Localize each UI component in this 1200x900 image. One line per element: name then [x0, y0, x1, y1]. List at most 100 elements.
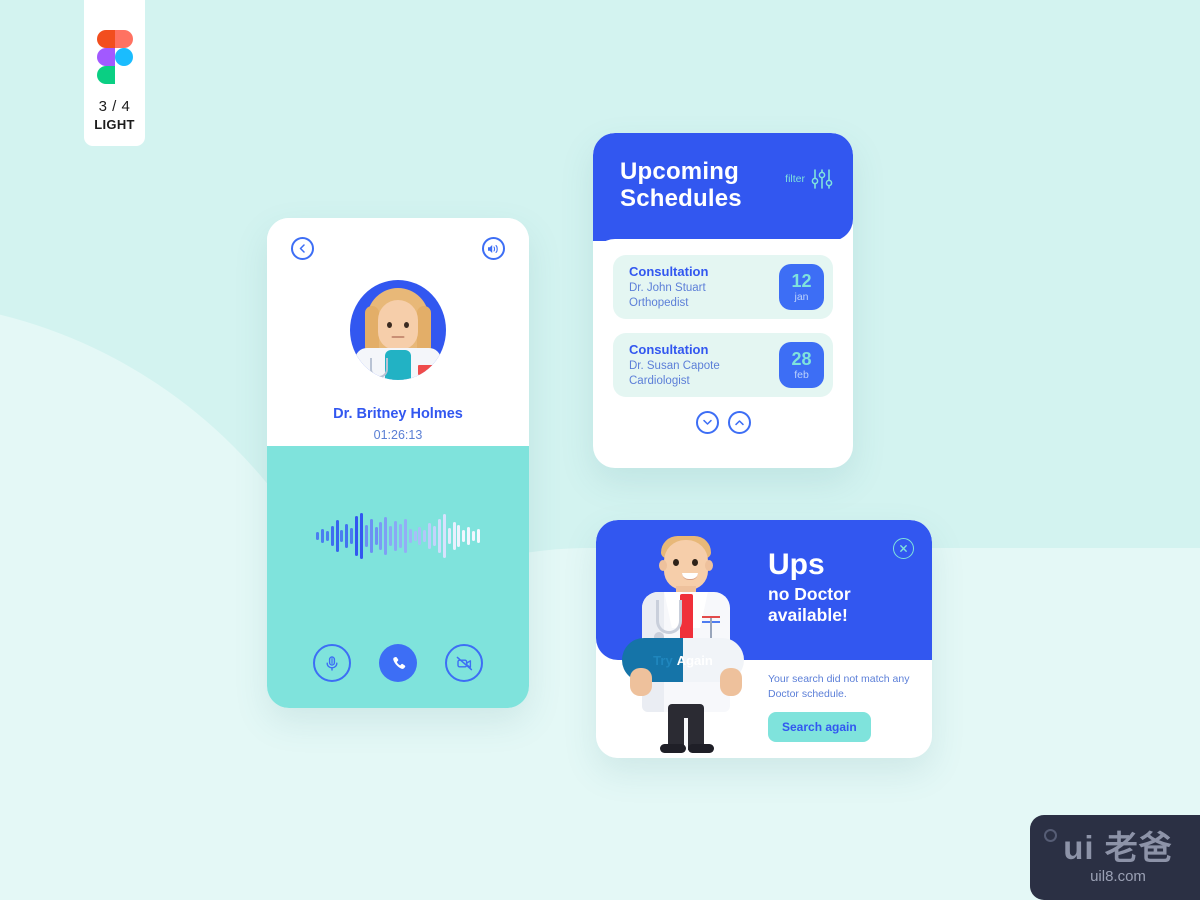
video-off-icon: [456, 656, 472, 670]
schedule-title: Consultation: [629, 341, 709, 357]
error-subheading-line2: available!: [768, 604, 848, 625]
speaker-icon: [488, 244, 498, 253]
close-icon: [900, 545, 907, 552]
waveform-bar: [389, 526, 393, 546]
schedule-specialty: Orthopedist: [629, 296, 689, 309]
frame-theme: LIGHT: [94, 117, 135, 132]
schedule-date-badge: 28 feb: [779, 342, 824, 388]
frame-number: 3 / 4: [98, 98, 131, 116]
upcoming-schedules-card: Upcoming Schedules filter Consultation D…: [593, 133, 853, 468]
waveform-bar: [452, 522, 456, 550]
schedules-header: Upcoming Schedules filter: [593, 133, 853, 241]
waveform-bar: [462, 530, 466, 542]
waveform-bar: [369, 519, 373, 553]
watermark-url: uil8.com: [1090, 867, 1146, 885]
figma-frame-badge: 3 / 4 LIGHT: [84, 0, 145, 146]
call-timer: 01:26:13: [373, 428, 423, 442]
table-row[interactable]: Consultation Dr. Susan Capote Cardiologi…: [613, 333, 833, 397]
chevron-down-icon: [702, 419, 712, 425]
no-doctor-available-card: Try Again Ups no Doctor available! Your …: [596, 520, 932, 758]
waveform-bar: [359, 513, 363, 559]
error-subheading-line1: no Doctor: [768, 584, 851, 604]
figma-logo-icon: [96, 30, 133, 85]
waveform-bar: [335, 520, 339, 552]
waveform-bar: [355, 516, 358, 556]
schedule-month: feb: [794, 368, 809, 381]
error-description: Your search did not match any Doctor sch…: [768, 673, 910, 701]
waveform-bar: [472, 531, 475, 541]
chevron-up-icon: [734, 420, 744, 426]
capsule-text-2: Again: [676, 652, 713, 668]
microphone-button[interactable]: [313, 644, 351, 682]
waveform-bar: [423, 530, 427, 542]
waveform-bar: [364, 525, 368, 547]
close-button[interactable]: [893, 538, 914, 559]
chevron-left-icon: [299, 244, 305, 253]
schedule-specialty: Cardiologist: [629, 374, 690, 387]
waveform-bar: [350, 528, 354, 544]
schedule-doctor: Dr. Susan Capote: [629, 359, 720, 372]
call-doctor-name: Dr. Britney Holmes: [333, 406, 463, 422]
error-heading: Ups: [768, 548, 825, 581]
waveform-bar: [403, 519, 407, 553]
schedule-info: Consultation Dr. John Stuart Orthopedist: [629, 264, 708, 311]
call-screen-top: Dr. Britney Holmes 01:26:13: [267, 218, 529, 446]
waveform-bar: [418, 527, 422, 545]
search-again-button[interactable]: Search again: [768, 712, 871, 742]
video-off-button[interactable]: [445, 644, 483, 682]
table-row[interactable]: Consultation Dr. John Stuart Orthopedist…: [613, 255, 833, 319]
waveform-bar: [457, 525, 461, 547]
watermark-logo: ui 老爸: [1063, 828, 1173, 866]
error-headings: Ups no Doctor available!: [768, 550, 851, 625]
call-controls: [267, 644, 529, 682]
capsule-text-1: Try: [653, 652, 673, 668]
schedule-date-badge: 12 jan: [779, 264, 824, 310]
waveform-bar: [330, 526, 334, 546]
waveform-bar: [447, 528, 451, 544]
waveform-bar: [408, 529, 412, 543]
waveform-bar: [437, 519, 441, 553]
waveform-bar: [384, 517, 388, 555]
camera-dot-icon: [1044, 829, 1057, 842]
schedules-body: Consultation Dr. John Stuart Orthopedist…: [593, 239, 853, 452]
schedule-info: Consultation Dr. Susan Capote Cardiologi…: [629, 342, 720, 389]
sliders-icon: [811, 169, 833, 189]
call-screen-card: Dr. Britney Holmes 01:26:13: [267, 218, 529, 708]
waveform-bar: [442, 514, 446, 558]
call-screen-bottom: [267, 446, 529, 708]
filter-control[interactable]: filter: [785, 167, 833, 191]
schedule-day: 12: [791, 270, 812, 291]
schedules-pagination: [613, 411, 833, 452]
schedule-doctor: Dr. John Stuart: [629, 281, 706, 294]
waveform-bar: [345, 524, 349, 548]
waveform-bar: [394, 521, 397, 551]
waveform-bar: [340, 530, 344, 542]
waveform-bar: [433, 526, 436, 546]
avatar: [350, 280, 446, 380]
scroll-up-button[interactable]: [727, 411, 751, 434]
waveform-bar: [320, 529, 324, 543]
waveform-bar: [325, 531, 329, 541]
schedule-title: Consultation: [629, 263, 709, 279]
waveform-bar: [316, 532, 319, 540]
speaker-button[interactable]: [482, 237, 505, 260]
watermark: ui 老爸 uil8.com: [1030, 815, 1200, 900]
microphone-icon: [326, 655, 338, 671]
waveform-bar: [428, 523, 432, 549]
schedule-day: 28: [791, 348, 812, 369]
audio-waveform: [316, 508, 480, 564]
waveform-bar: [398, 524, 402, 548]
phone-icon: [392, 656, 405, 669]
doctor-illustration: Try Again: [616, 528, 756, 758]
waveform-bar: [467, 527, 471, 545]
answer-call-button[interactable]: [379, 644, 417, 682]
scroll-down-button[interactable]: [695, 411, 719, 434]
back-button[interactable]: [291, 237, 314, 260]
waveform-bar: [379, 522, 383, 550]
waveform-bar: [413, 531, 417, 541]
filter-label: filter: [785, 173, 805, 185]
schedule-month: jan: [794, 290, 809, 303]
error-body: Your search did not match any Doctor sch…: [768, 672, 918, 742]
waveform-bar: [476, 529, 480, 543]
waveform-bar: [374, 527, 378, 545]
